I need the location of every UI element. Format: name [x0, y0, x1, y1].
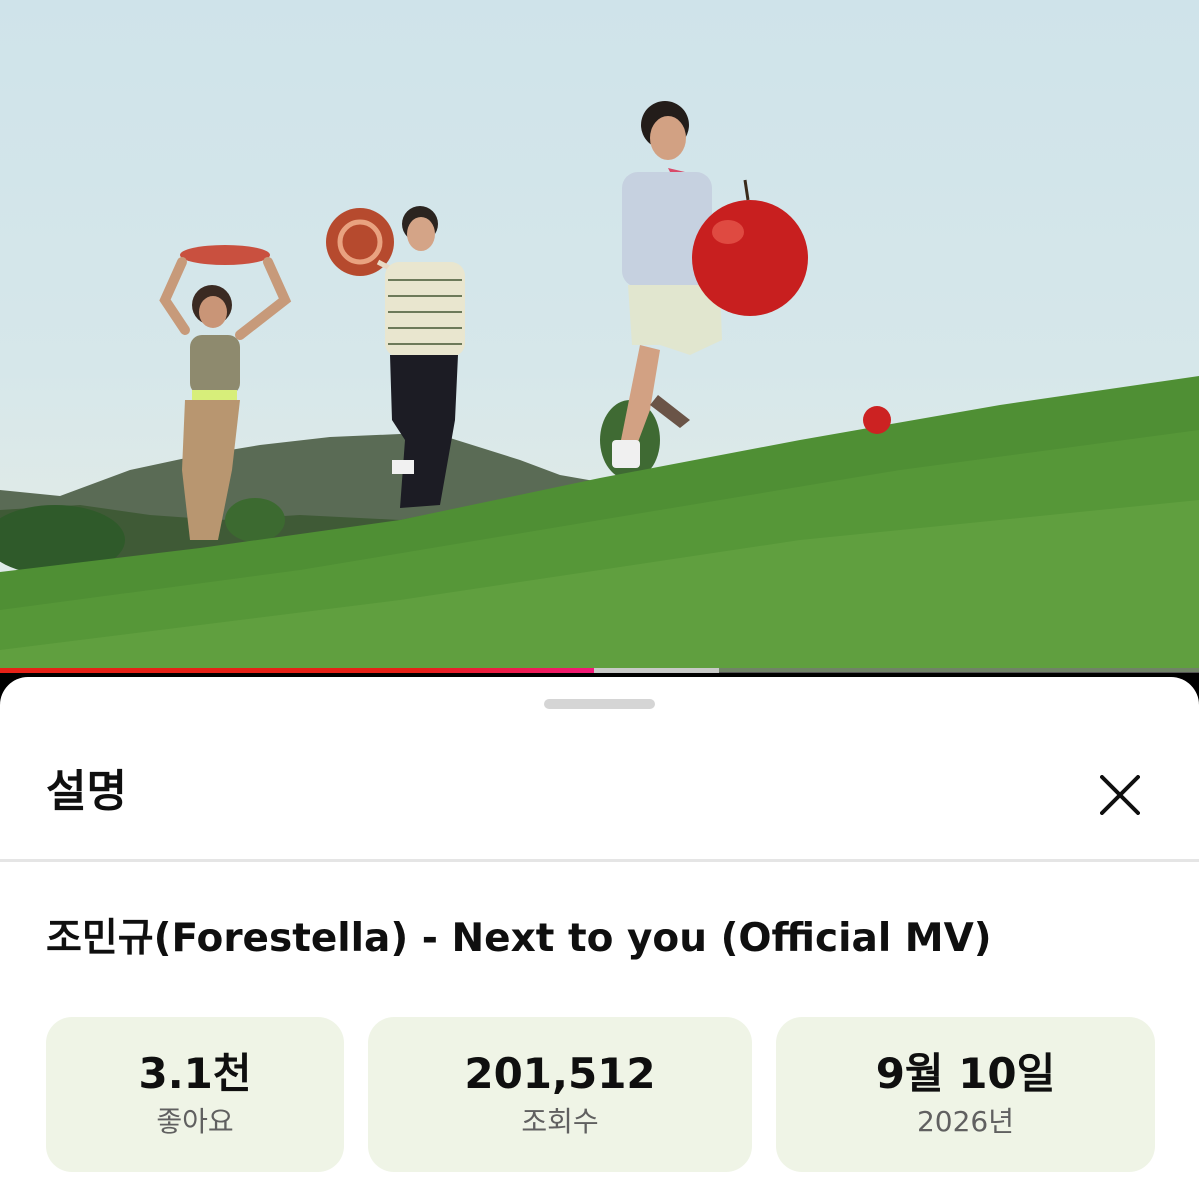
video-title: 조민규(Forestella) - Next to you (Official …	[46, 916, 992, 961]
views-value: 201,512	[464, 1048, 656, 1098]
divider	[0, 859, 1199, 862]
likes-label: 좋아요	[156, 1104, 234, 1138]
likes-stat[interactable]: 3.1천 좋아요	[46, 1017, 344, 1172]
progress-bar[interactable]	[0, 668, 1199, 673]
upload-date-value: 9월 10일	[875, 1048, 1056, 1098]
views-stat[interactable]: 201,512 조회수	[368, 1017, 752, 1172]
description-sheet: 설명 조민규(Forestella) - Next to you (Offici…	[0, 677, 1199, 1200]
video-player[interactable]	[0, 0, 1199, 672]
drag-handle[interactable]	[544, 699, 655, 709]
video-frame	[0, 101, 1199, 672]
sheet-title: 설명	[46, 766, 127, 817]
close-button[interactable]	[1092, 767, 1148, 823]
upload-date-stat[interactable]: 9월 10일 2026년	[776, 1017, 1155, 1172]
views-label: 조회수	[521, 1104, 599, 1138]
upload-year-label: 2026년	[916, 1104, 1015, 1138]
close-icon	[1100, 775, 1140, 815]
progress-played	[0, 668, 594, 673]
likes-value: 3.1천	[138, 1048, 252, 1098]
